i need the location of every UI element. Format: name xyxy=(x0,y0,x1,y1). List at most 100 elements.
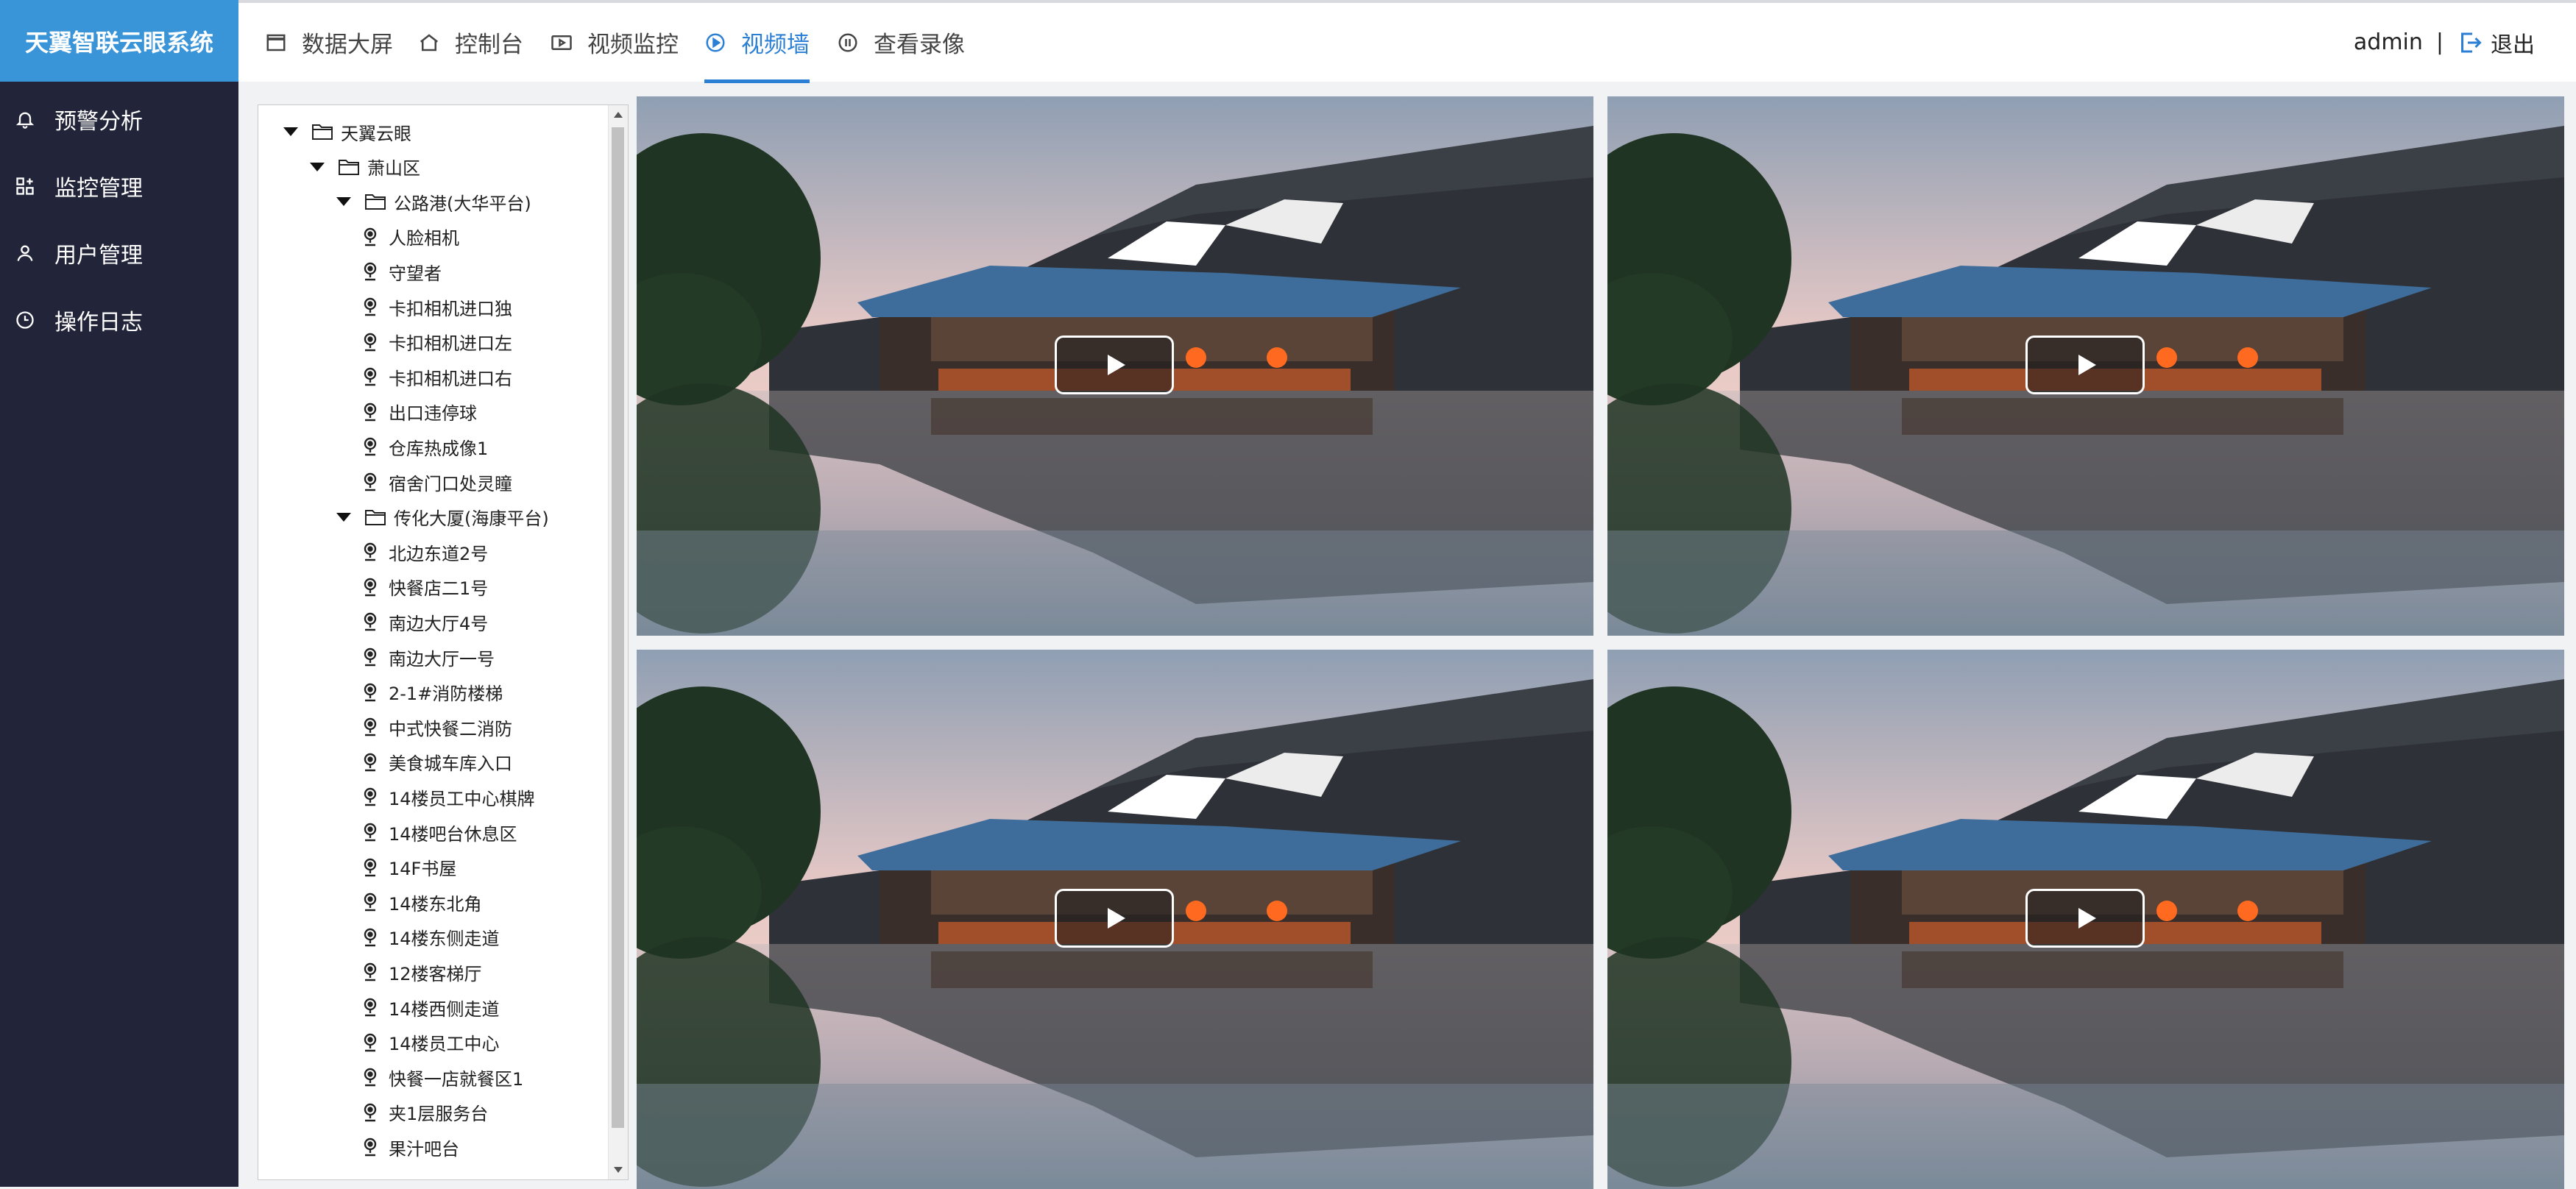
play-icon xyxy=(1108,355,1125,375)
tree-node-label: 卡扣相机进口独 xyxy=(389,298,512,319)
tree-node-camera[interactable]: 14F书屋 xyxy=(362,853,456,882)
tree-node-camera[interactable]: 卡扣相机进口右 xyxy=(362,362,512,391)
camera-icon xyxy=(362,787,378,807)
camera-icon xyxy=(362,857,378,878)
play-button[interactable] xyxy=(2025,889,2145,948)
video-tile[interactable] xyxy=(637,650,1593,1189)
tree-node-camera[interactable]: 14楼东侧走道 xyxy=(362,923,500,952)
tree-node-camera[interactable]: 人脸相机 xyxy=(362,222,459,252)
camera-icon xyxy=(362,682,378,703)
tree-node-label: 美食城车库入口 xyxy=(389,753,512,775)
user-area: admin | 退出 xyxy=(2354,3,2535,82)
camera-icon xyxy=(362,962,378,982)
tree-node-label: 14楼东侧走道 xyxy=(389,929,500,950)
video-tile[interactable] xyxy=(1607,650,2564,1189)
tab-video-wall[interactable]: 视频墙 xyxy=(704,3,810,83)
caret-down-icon[interactable] xyxy=(310,162,325,171)
tree-node-camera[interactable]: 中式快餐二消防 xyxy=(362,712,512,742)
play-circle-icon xyxy=(704,32,726,54)
camera-icon xyxy=(362,1137,378,1157)
tree-node-camera[interactable]: 卡扣相机进口独 xyxy=(362,292,512,322)
video-tile[interactable] xyxy=(1607,96,2564,636)
top-navigation-bar: 数据大屏 控制台 视频监控 视频墙 查看录像 admin | 退出 xyxy=(238,0,2576,83)
active-tab-indicator xyxy=(704,79,810,83)
home-icon xyxy=(418,32,440,54)
tree-node-camera[interactable]: 守望者 xyxy=(362,257,442,286)
sidebar-item-label: 用户管理 xyxy=(54,243,143,269)
sidebar-item-monitor-management[interactable]: 监控管理 xyxy=(0,158,238,214)
bell-icon xyxy=(15,109,35,129)
username: admin xyxy=(2353,29,2423,55)
tab-data-screen[interactable]: 数据大屏 xyxy=(265,3,393,82)
tab-video-monitoring[interactable]: 视频监控 xyxy=(551,3,679,82)
tree-node-camera[interactable]: 宿舍门口处灵瞳 xyxy=(362,467,512,497)
play-button[interactable] xyxy=(2025,336,2145,394)
tree-node-label: 传化大厦(海康平台) xyxy=(394,508,549,530)
camera-icon xyxy=(362,332,378,352)
video-tile[interactable] xyxy=(637,96,1593,636)
tree-node-camera[interactable]: 14楼员工中心 xyxy=(362,1028,500,1057)
sidebar-item-user-management[interactable]: 用户管理 xyxy=(0,225,238,281)
camera-tree-panel: 天翼云眼萧山区公路港(大华平台) 人脸相机守望者卡扣相机进口独 卡扣相机进口左 卡扣相… xyxy=(258,104,629,1180)
tree-node-camera[interactable]: 果汁吧台 xyxy=(362,1132,459,1162)
tree-node-camera[interactable]: 南边大厅一号 xyxy=(362,642,495,672)
play-button[interactable] xyxy=(1055,336,1174,394)
folder-icon xyxy=(364,192,386,211)
tree-node-camera[interactable]: 快餐一店就餐区1 xyxy=(362,1062,523,1092)
camera-icon xyxy=(362,647,378,667)
tree-node-label: 卡扣相机进口左 xyxy=(389,333,512,355)
tree-node-camera[interactable]: 快餐店二1号 xyxy=(362,572,488,602)
window-icon xyxy=(265,32,287,54)
scrollbar[interactable] xyxy=(608,105,628,1179)
logout-icon[interactable] xyxy=(2457,29,2483,56)
folder-icon xyxy=(364,508,386,527)
tree-node-camera[interactable]: 2-1#消防楼梯 xyxy=(362,678,503,707)
caret-down-icon[interactable] xyxy=(283,127,298,136)
tree-node-camera[interactable]: 12楼客梯厅 xyxy=(362,957,482,987)
tree-node-label: 公路港(大华平台) xyxy=(394,193,531,214)
tree-node-camera[interactable]: 卡扣相机进口左 xyxy=(362,327,512,357)
tree-node-label: 14楼西侧走道 xyxy=(389,998,500,1020)
tree-node-label: 2-1#消防楼梯 xyxy=(389,684,503,705)
sidebar-item-alert-analysis[interactable]: 预警分析 xyxy=(0,91,238,147)
tree-node-camera[interactable]: 仓库热成像1 xyxy=(362,432,488,461)
play-button[interactable] xyxy=(1055,889,1174,948)
camera-icon xyxy=(362,1032,378,1053)
tree-node-camera[interactable]: 14楼西侧走道 xyxy=(362,993,500,1022)
tree-node-group[interactable]: 公路港(大华平台) xyxy=(336,187,531,216)
sidebar: 天翼智联云眼系统 预警分析 监控管理 用户管理 操作日志 xyxy=(0,0,238,1187)
camera-icon xyxy=(362,997,378,1018)
tree-node-label: 卡扣相机进口右 xyxy=(389,368,512,389)
camera-icon xyxy=(362,611,378,632)
sidebar-item-operation-log[interactable]: 操作日志 xyxy=(0,292,238,348)
camera-icon xyxy=(362,927,378,948)
tree-node-label: 中式快餐二消防 xyxy=(389,718,512,739)
caret-down-icon[interactable] xyxy=(336,512,351,522)
tree-node-camera[interactable]: 14楼员工中心棋牌 xyxy=(362,782,535,812)
tree-node-camera[interactable]: 14楼东北角 xyxy=(362,887,482,917)
scroll-thumb[interactable] xyxy=(612,127,624,1128)
camera-icon xyxy=(362,402,378,422)
tree-node-camera[interactable]: 14楼吧台休息区 xyxy=(362,817,517,847)
tree-node-camera[interactable]: 南边大厅4号 xyxy=(362,607,488,636)
tree-node-label: 天翼云眼 xyxy=(341,123,411,144)
pause-circle-icon xyxy=(837,32,859,54)
tree-node-district[interactable]: 萧山区 xyxy=(310,152,420,182)
tree-node-label: 南边大厅一号 xyxy=(389,648,495,670)
tree-node-root[interactable]: 天翼云眼 xyxy=(283,117,411,146)
caret-down-icon[interactable] xyxy=(336,197,351,207)
camera-icon xyxy=(362,717,378,737)
tree-node-camera[interactable]: 美食城车库入口 xyxy=(362,748,512,777)
tree-node-camera[interactable]: 夹1层服务台 xyxy=(362,1098,488,1127)
sidebar-item-label: 预警分析 xyxy=(54,109,143,135)
camera-icon xyxy=(362,366,378,387)
tree-node-camera[interactable]: 出口违停球 xyxy=(362,397,477,427)
tree-node-group[interactable]: 传化大厦(海康平台) xyxy=(336,503,549,532)
tab-console[interactable]: 控制台 xyxy=(418,3,523,82)
logout-button[interactable]: 退出 xyxy=(2491,26,2535,59)
sidebar-item-label: 监控管理 xyxy=(54,176,143,202)
scroll-up-arrow[interactable] xyxy=(614,112,623,118)
scroll-down-arrow[interactable] xyxy=(614,1167,623,1173)
tab-view-recording[interactable]: 查看录像 xyxy=(837,3,965,82)
tree-node-camera[interactable]: 北边东道2号 xyxy=(362,537,488,567)
